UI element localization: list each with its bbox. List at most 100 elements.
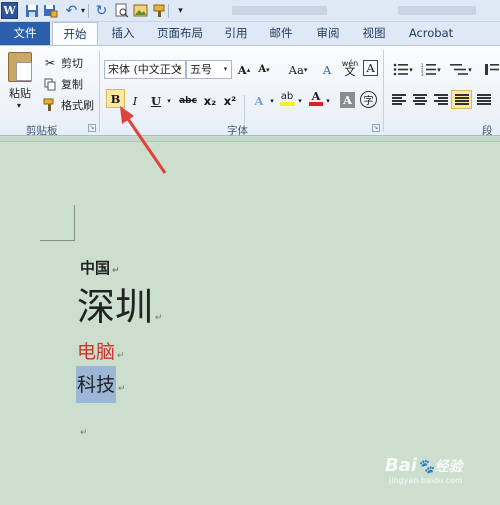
bullets-button[interactable]: ▾ [392,60,414,79]
copy-button[interactable]: 复制 [42,75,83,93]
window-title-blur [232,6,327,15]
multilevel-list-button[interactable]: ▾ [448,60,474,79]
window-title-blur [398,6,476,15]
shrink-font-button[interactable]: A ▾ [256,60,272,79]
format-painter-button[interactable]: 格式刷 [42,96,94,114]
numbering-button[interactable]: 123 ▾ [420,60,442,79]
align-right-icon[interactable] [434,94,448,106]
strikethrough-button[interactable]: abc [177,91,199,110]
chevron-down-icon: ▾ [468,65,472,74]
change-case-button[interactable]: Aa ▾ [284,60,312,79]
undo-dropdown-icon[interactable]: ▾ [79,2,87,19]
tab-mailings[interactable]: 邮件 [266,22,296,45]
clear-formatting-button[interactable]: A [318,60,336,79]
font-name-value: 宋体 (中文正文 [108,63,182,76]
text-effect-button[interactable]: A [250,91,268,110]
subscript-button[interactable]: x₂ [201,91,219,110]
format-icon[interactable] [151,2,168,19]
watermark-brand: Bai [385,455,418,476]
paste-button[interactable]: 粘贴 [9,85,31,101]
save-as-icon[interactable] [42,2,59,19]
chevron-down-icon[interactable]: ▾ [165,91,173,110]
copy-icon [42,76,58,92]
font-size-combo[interactable]: 五号 ▾ [186,60,232,79]
font-name-combo[interactable]: 宋体 (中文正文 ▾ [104,60,186,79]
tab-insert[interactable]: 插入 [108,22,138,45]
align-left-icon[interactable] [392,94,406,106]
clipboard-launcher-icon[interactable]: ↘ [88,124,96,132]
phonetic-guide-button[interactable]: wén 文 [340,58,360,77]
chevron-down-icon[interactable]: ▾ [296,91,304,110]
paragraph-mark: ↵ [118,384,126,394]
doc-line-4[interactable]: 科技 ↵ [76,366,126,403]
tab-review[interactable]: 审阅 [313,22,343,45]
undo-icon[interactable]: ↶ [63,2,80,19]
format-painter-label: 格式刷 [61,99,94,112]
doc-line-4-text-selected[interactable]: 科技 [76,366,117,403]
highlight-glyph: ab [280,90,294,102]
ribbon-tab-bar: 文件 开始 插入 页面布局 引用 邮件 审阅 视图 Acrobat [0,22,500,46]
redo-icon[interactable]: ↻ [93,2,110,19]
phonetic-char: 文 [344,64,356,78]
paragraph-mark: ↵ [155,313,163,323]
paste-icon[interactable] [8,52,32,82]
word-app-icon[interactable]: W [1,2,18,19]
ribbon: 粘贴 ▾ ✂ 剪切 复制 格式刷 剪贴板 ↘ 宋体 (中文正文 ▾ 五号 ▾ A… [0,45,500,152]
change-case-glyph: Aa [288,62,304,77]
chevron-down-icon: ▾ [437,65,441,74]
separator [244,95,245,125]
italic-button[interactable]: I [127,91,143,110]
underline-button[interactable]: U [147,91,165,110]
chevron-down-icon[interactable]: ▾ [174,61,185,78]
tab-home[interactable]: 开始 [52,22,98,46]
quick-access-toolbar: W ↶ ▾ ↻ ▾ [0,0,500,22]
up-arrow-icon: ▴ [246,65,251,74]
svg-text:3: 3 [421,72,424,76]
multilevel-list-icon [450,64,469,75]
save-icon[interactable] [23,2,40,19]
chevron-down-icon[interactable]: ▾ [324,91,332,110]
doc-line-2[interactable]: 深圳 ↵ [77,276,163,331]
scissors-icon: ✂ [44,56,56,70]
customize-qat-icon[interactable]: ▾ [172,2,189,19]
insert-image-icon[interactable] [132,2,149,19]
bold-button[interactable]: B [106,89,125,108]
watermark-brand-2: 经验 [434,459,463,475]
paragraph-mark: ↵ [117,351,125,361]
tab-page-layout[interactable]: 页面布局 [152,22,208,45]
chevron-down-icon[interactable]: ▾ [268,91,276,110]
justify-icon [455,94,469,106]
bullets-icon [393,63,409,76]
indent-icon [485,64,499,75]
paste-dropdown-icon[interactable]: ▾ [17,101,21,110]
chevron-down-icon: ▾ [303,65,308,74]
print-preview-icon[interactable] [113,2,130,19]
character-shading-button[interactable]: A [340,92,355,108]
tab-acrobat[interactable]: Acrobat [405,22,457,45]
cut-button[interactable]: ✂ 剪切 [42,54,83,72]
doc-empty-line[interactable]: ↵ [78,424,88,438]
superscript-button[interactable]: x² [221,91,239,110]
group-separator [99,50,100,132]
paragraph-mark: ↵ [112,266,120,276]
tab-references[interactable]: 引用 [221,22,251,45]
tab-view[interactable]: 视图 [359,22,389,45]
grow-font-button[interactable]: A ▴ [236,60,252,79]
character-border-button[interactable]: A [363,60,378,76]
font-color-button[interactable]: A [308,89,324,108]
doc-line-3[interactable]: 电脑 ↵ [77,337,125,364]
chevron-down-icon[interactable]: ▾ [220,61,231,78]
enclose-characters-button[interactable]: 字 [360,91,377,108]
doc-line-1[interactable]: 中国 ↵ [80,257,120,278]
tab-file[interactable]: 文件 [0,22,50,45]
justify-button[interactable] [451,90,472,109]
decrease-indent-button[interactable] [484,60,500,79]
distribute-icon[interactable] [477,94,491,106]
font-launcher-icon[interactable]: ↘ [372,124,380,132]
align-center-icon[interactable] [413,94,427,106]
doc-line-1-text: 中国 [80,259,111,277]
toolbar-separator [88,4,89,18]
highlight-button[interactable]: ab [278,89,296,108]
shrink-font-glyph: A [258,64,267,75]
document-area[interactable] [0,137,500,505]
